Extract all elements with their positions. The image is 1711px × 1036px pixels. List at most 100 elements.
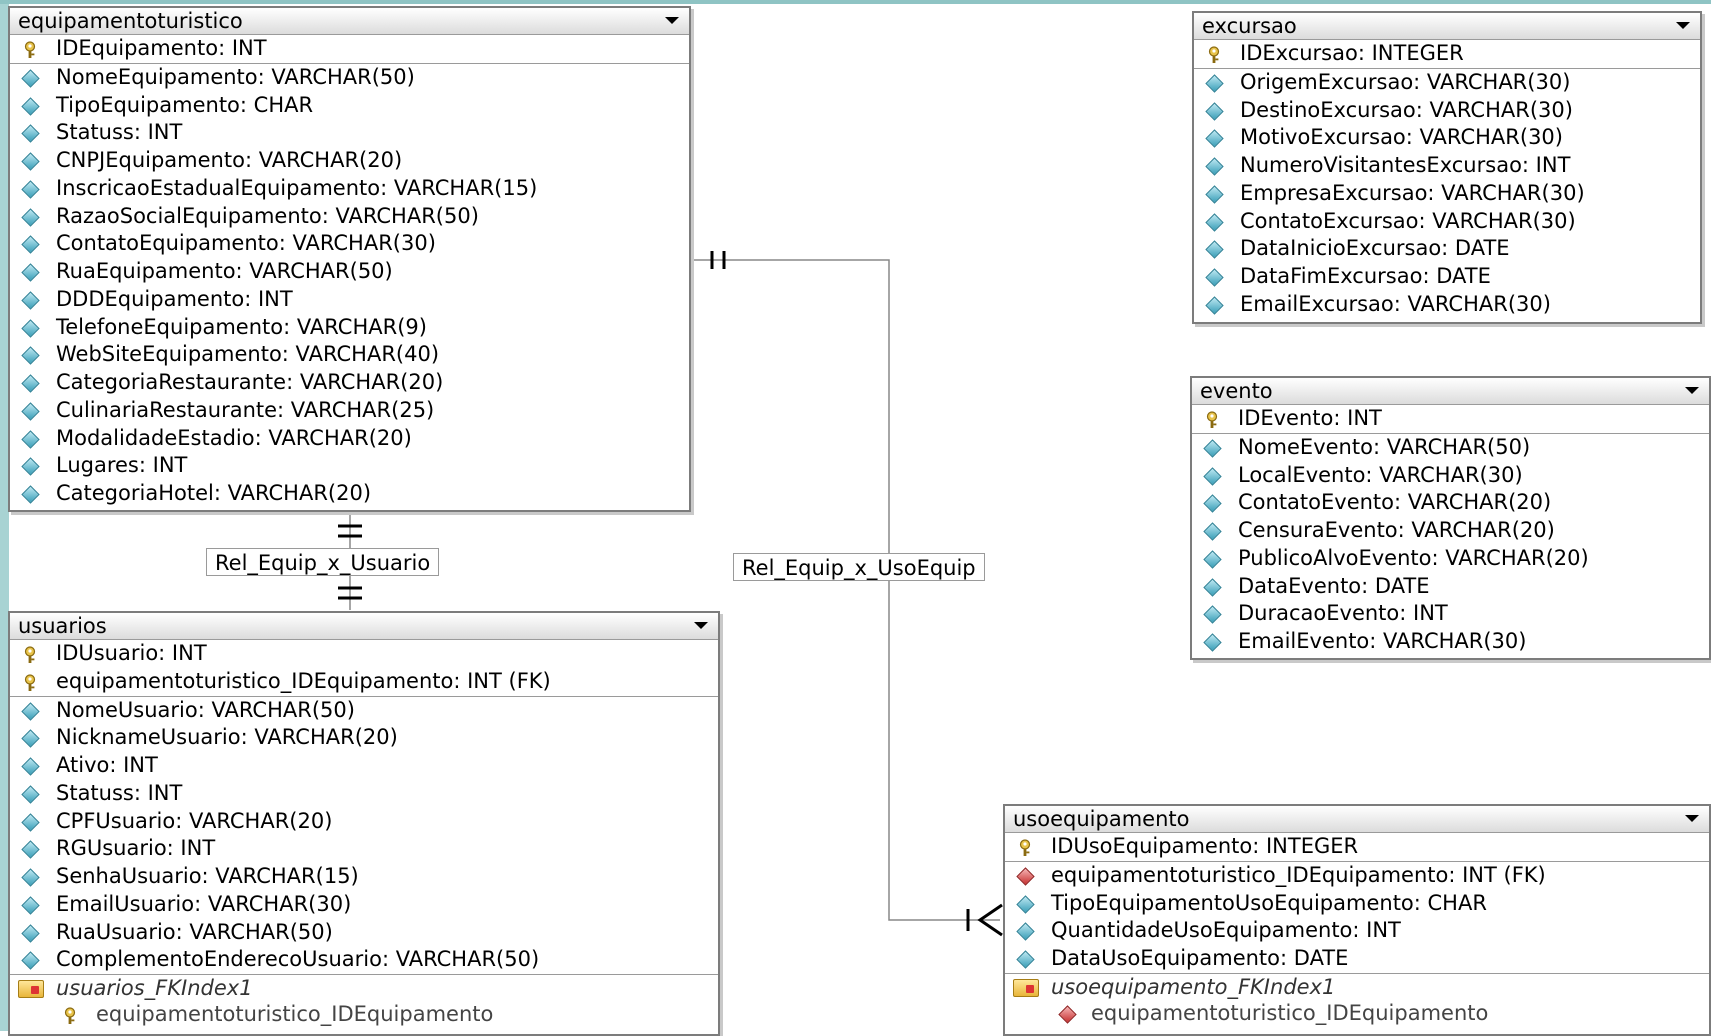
- table-equipamentoturistico[interactable]: equipamentoturistico IDEquipamento: INT …: [8, 6, 691, 512]
- chevron-down-icon[interactable]: [1685, 387, 1699, 394]
- column-row[interactable]: TipoEquipamentoUsoEquipamento: CHAR: [1005, 890, 1709, 918]
- relationship-label-equip-usuario[interactable]: Rel_Equip_x_Usuario: [206, 548, 440, 576]
- column-row[interactable]: TelefoneEquipamento: VARCHAR(9): [10, 314, 689, 342]
- column-row[interactable]: OrigemExcursao: VARCHAR(30): [1194, 69, 1700, 97]
- column-row[interactable]: WebSiteEquipamento: VARCHAR(40): [10, 341, 689, 369]
- column-row[interactable]: InscricaoEstadualEquipamento: VARCHAR(15…: [10, 175, 689, 203]
- column-row[interactable]: QuantidadeUsoEquipamento: INT: [1005, 917, 1709, 945]
- attribute-diamond-icon: [1203, 605, 1222, 624]
- column-row[interactable]: EmailUsuario: VARCHAR(30): [10, 891, 718, 919]
- pk-column-row[interactable]: IDUsoEquipamento: INTEGER: [1005, 833, 1709, 861]
- column-row[interactable]: RGUsuario: INT: [10, 835, 718, 863]
- index-column-row[interactable]: equipamentoturistico_IDEquipamento: [10, 1001, 718, 1027]
- table-usoequipamento[interactable]: usoequipamento IDUsoEquipamento: INTEGER…: [1003, 804, 1711, 1036]
- pk-column-row[interactable]: IDEquipamento: INT: [10, 35, 689, 63]
- pk-column-row[interactable]: equipamentoturistico_IDEquipamento: INT …: [10, 668, 718, 696]
- attribute-diamond-icon: [1205, 101, 1224, 121]
- chevron-down-icon[interactable]: [1685, 815, 1699, 822]
- index-folder-icon: [18, 980, 44, 998]
- table-header[interactable]: usuarios: [10, 613, 718, 640]
- table-usuarios[interactable]: usuarios IDUsuario: INT equipamentoturist…: [8, 611, 720, 1036]
- column-row[interactable]: CulinariaRestaurante: VARCHAR(25): [10, 397, 689, 425]
- index-row[interactable]: usoequipamento_FKIndex1: [1005, 974, 1709, 1000]
- column-row[interactable]: DataUsoEquipamento: DATE: [1005, 945, 1709, 973]
- column-row[interactable]: DataFimExcursao: DATE: [1194, 263, 1700, 291]
- attribute-diamond-icon: [21, 729, 40, 748]
- attribute-diamond-icon: [21, 318, 40, 338]
- column-row[interactable]: ContatoEquipamento: VARCHAR(30): [10, 230, 689, 258]
- column-row[interactable]: NumeroVisitantesExcursao: INT: [1194, 152, 1700, 180]
- column-row[interactable]: RuaEquipamento: VARCHAR(50): [10, 258, 689, 286]
- column-row[interactable]: NomeUsuario: VARCHAR(50): [10, 697, 718, 725]
- column-row[interactable]: ContatoEvento: VARCHAR(20): [1192, 489, 1709, 517]
- chevron-down-icon[interactable]: [1676, 22, 1690, 29]
- column-row[interactable]: ComplementoEnderecoUsuario: VARCHAR(50): [10, 946, 718, 974]
- chevron-down-icon[interactable]: [665, 17, 679, 24]
- attribute-diamond-icon: [21, 207, 40, 227]
- fk-column-row[interactable]: equipamentoturistico_IDEquipamento: INT …: [1005, 862, 1709, 890]
- column-row[interactable]: NomeEvento: VARCHAR(50): [1192, 434, 1709, 462]
- column-label: EmailEvento: VARCHAR(30): [1238, 629, 1527, 653]
- column-row[interactable]: EmpresaExcursao: VARCHAR(30): [1194, 180, 1700, 208]
- column-row[interactable]: NomeEquipamento: VARCHAR(50): [10, 64, 689, 92]
- table-excursao[interactable]: excursao IDExcursao: INTEGER OrigemExcur…: [1192, 11, 1702, 324]
- column-row[interactable]: Statuss: INT: [10, 119, 689, 147]
- column-row[interactable]: DDDEquipamento: INT: [10, 286, 689, 314]
- column-row[interactable]: ModalidadeEstadio: VARCHAR(20): [10, 425, 689, 453]
- column-row[interactable]: RuaUsuario: VARCHAR(50): [10, 919, 718, 947]
- index-column: equipamentoturistico_IDEquipamento: [1091, 1000, 1489, 1025]
- table-header[interactable]: excursao: [1194, 13, 1700, 40]
- column-row[interactable]: LocalEvento: VARCHAR(30): [1192, 462, 1709, 490]
- column-row[interactable]: DuracaoEvento: INT: [1192, 600, 1709, 628]
- column-row[interactable]: CNPJEquipamento: VARCHAR(20): [10, 147, 689, 175]
- column-label: ContatoEvento: VARCHAR(20): [1238, 490, 1552, 515]
- index-column-row[interactable]: equipamentoturistico_IDEquipamento: [1005, 1000, 1709, 1026]
- attribute-diamond-icon: [21, 235, 40, 254]
- column-label: IDUsuario: INT: [56, 641, 207, 665]
- relationship-label-equip-usoequip[interactable]: Rel_Equip_x_UsoEquip: [733, 553, 985, 581]
- column-row[interactable]: TipoEquipamento: CHAR: [10, 92, 689, 120]
- table-title: usoequipamento: [1013, 807, 1190, 831]
- column-row[interactable]: RazaoSocialEquipamento: VARCHAR(50): [10, 203, 689, 231]
- column-row[interactable]: CategoriaHotel: VARCHAR(20): [10, 480, 689, 508]
- column-label: Lugares: INT: [56, 453, 188, 478]
- column-row[interactable]: ContatoExcursao: VARCHAR(30): [1194, 208, 1700, 236]
- column-row[interactable]: CategoriaRestaurante: VARCHAR(20): [10, 369, 689, 397]
- index-section: usoequipamento_FKIndex1 equipamentoturis…: [1005, 972, 1709, 1026]
- attribute-diamond-icon: [21, 263, 40, 282]
- table-header[interactable]: usoequipamento: [1005, 806, 1709, 833]
- column-row[interactable]: NicknameUsuario: VARCHAR(20): [10, 724, 718, 752]
- pk-column-row[interactable]: IDUsuario: INT: [10, 640, 718, 668]
- column-label: InscricaoEstadualEquipamento: VARCHAR(15…: [56, 175, 538, 200]
- column-row[interactable]: PublicoAlvoEvento: VARCHAR(20): [1192, 545, 1709, 573]
- column-row[interactable]: DestinoExcursao: VARCHAR(30): [1194, 97, 1700, 125]
- column-label: Statuss: INT: [56, 780, 183, 805]
- index-column: equipamentoturistico_IDEquipamento: [96, 1002, 494, 1026]
- column-row[interactable]: CensuraEvento: VARCHAR(20): [1192, 517, 1709, 545]
- pk-column-row[interactable]: IDExcursao: INTEGER: [1194, 40, 1700, 68]
- attribute-diamond-icon: [21, 69, 40, 88]
- column-row[interactable]: DataEvento: DATE: [1192, 573, 1709, 601]
- attribute-diamond-icon: [21, 785, 40, 804]
- column-row[interactable]: DataInicioExcursao: DATE: [1194, 235, 1700, 263]
- table-evento[interactable]: evento IDEvento: INT NomeEvento: VARCHAR…: [1190, 376, 1711, 660]
- index-row[interactable]: usuarios_FKIndex1: [10, 975, 718, 1001]
- column-row[interactable]: EmailEvento: VARCHAR(30): [1192, 628, 1709, 656]
- table-header[interactable]: evento: [1192, 378, 1709, 405]
- column-label: ContatoExcursao: VARCHAR(30): [1240, 208, 1576, 233]
- column-row[interactable]: MotivoExcursao: VARCHAR(30): [1194, 124, 1700, 152]
- index-name: usuarios_FKIndex1: [56, 976, 253, 1000]
- column-row[interactable]: EmailExcursao: VARCHAR(30): [1194, 291, 1700, 319]
- column-row[interactable]: CPFUsuario: VARCHAR(20): [10, 808, 718, 836]
- column-label: Ativo: INT: [56, 753, 158, 777]
- table-header[interactable]: equipamentoturistico: [10, 8, 689, 35]
- column-row[interactable]: Ativo: INT: [10, 752, 718, 780]
- column-row[interactable]: SenhaUsuario: VARCHAR(15): [10, 863, 718, 891]
- attribute-diamond-icon: [1205, 185, 1224, 204]
- column-row[interactable]: Lugares: INT: [10, 452, 689, 480]
- chevron-down-icon[interactable]: [694, 622, 708, 629]
- column-label: NumeroVisitantesExcursao: INT: [1240, 153, 1571, 177]
- column-row[interactable]: Statuss: INT: [10, 780, 718, 808]
- pk-column-row[interactable]: IDEvento: INT: [1192, 405, 1709, 433]
- column-label: OrigemExcursao: VARCHAR(30): [1240, 69, 1571, 94]
